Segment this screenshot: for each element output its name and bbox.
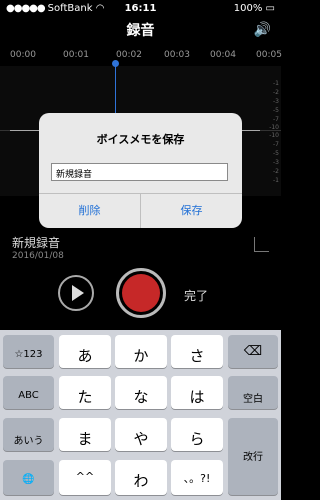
key-wa[interactable]: わ — [115, 460, 167, 495]
db-label: -3 — [273, 159, 279, 166]
key-dakuten[interactable]: ^^ — [59, 460, 111, 495]
keyboard: ☆123 ABC あいう 🌐 あ か さ た な は ま や ら ^^ わ 、。… — [0, 330, 281, 500]
key-sa[interactable]: さ — [171, 335, 223, 368]
key-abc[interactable]: ABC — [3, 376, 54, 409]
dialog-title: ボイスメモを保存 — [96, 133, 185, 146]
key-punctuation[interactable]: 、。?! — [171, 460, 223, 495]
page-title: 録音 — [126, 23, 155, 39]
db-label: -5 — [273, 107, 279, 114]
key-kana[interactable]: あいう — [3, 418, 54, 451]
db-label: -7 — [273, 116, 279, 123]
tick-label: 00:03 — [164, 50, 190, 60]
globe-icon: 🌐 — [22, 474, 35, 485]
key-na[interactable]: な — [115, 376, 167, 409]
tick-label: 00:04 — [210, 50, 236, 60]
db-label: -1 — [273, 80, 279, 87]
save-button[interactable]: 保存 — [141, 193, 242, 228]
tick-label: 00:05 — [256, 50, 282, 60]
key-ta[interactable]: た — [59, 376, 111, 409]
waveform-segment — [10, 130, 40, 131]
recording-name-field[interactable]: 新規録音 — [51, 163, 228, 181]
db-label: -2 — [273, 168, 279, 175]
key-numbers[interactable]: ☆123 — [3, 335, 54, 368]
record-icon — [122, 274, 160, 312]
tick-label: 00:00 — [10, 50, 36, 60]
db-label: -3 — [273, 98, 279, 105]
key-ha[interactable]: は — [171, 376, 223, 409]
battery-icon: ▭ — [265, 3, 275, 14]
backspace-icon: ⌫ — [243, 344, 263, 359]
backspace-key[interactable]: ⌫ — [228, 335, 278, 368]
battery-label: 100% — [233, 3, 263, 14]
playhead-handle[interactable] — [112, 60, 119, 67]
play-icon — [72, 285, 84, 301]
return-key[interactable]: 改行 — [228, 418, 278, 495]
db-label: -10 — [269, 124, 279, 131]
key-a[interactable]: あ — [59, 335, 111, 368]
battery: 100% ▭ — [234, 3, 275, 14]
done-button[interactable]: 完了 — [184, 287, 208, 304]
key-ka[interactable]: か — [115, 335, 167, 368]
speaker-icon[interactable]: 🔊 — [254, 22, 271, 38]
db-label: -7 — [273, 141, 279, 148]
status-bar: ●●●●● SoftBank ◠ 16:11 100% ▭ — [0, 0, 281, 18]
delete-button[interactable]: 削除 — [39, 193, 140, 228]
db-label: -2 — [273, 89, 279, 96]
trim-icon[interactable] — [254, 237, 269, 252]
key-ra[interactable]: ら — [171, 418, 223, 451]
db-label: -10 — [269, 132, 279, 139]
space-key[interactable]: 空白 — [228, 376, 278, 409]
recording-name[interactable]: 新規録音 — [12, 234, 60, 251]
key-ma[interactable]: ま — [59, 418, 111, 451]
tick-label: 00:02 — [116, 50, 142, 60]
recording-date: 2016/01/08 — [12, 251, 64, 261]
db-label: -5 — [273, 150, 279, 157]
save-dialog: ボイスメモを保存 新規録音 削除 保存 — [39, 113, 242, 228]
db-label: -1 — [273, 177, 279, 184]
key-ya[interactable]: や — [115, 418, 167, 451]
globe-key[interactable]: 🌐 — [3, 460, 54, 495]
tick-label: 00:01 — [63, 50, 89, 60]
